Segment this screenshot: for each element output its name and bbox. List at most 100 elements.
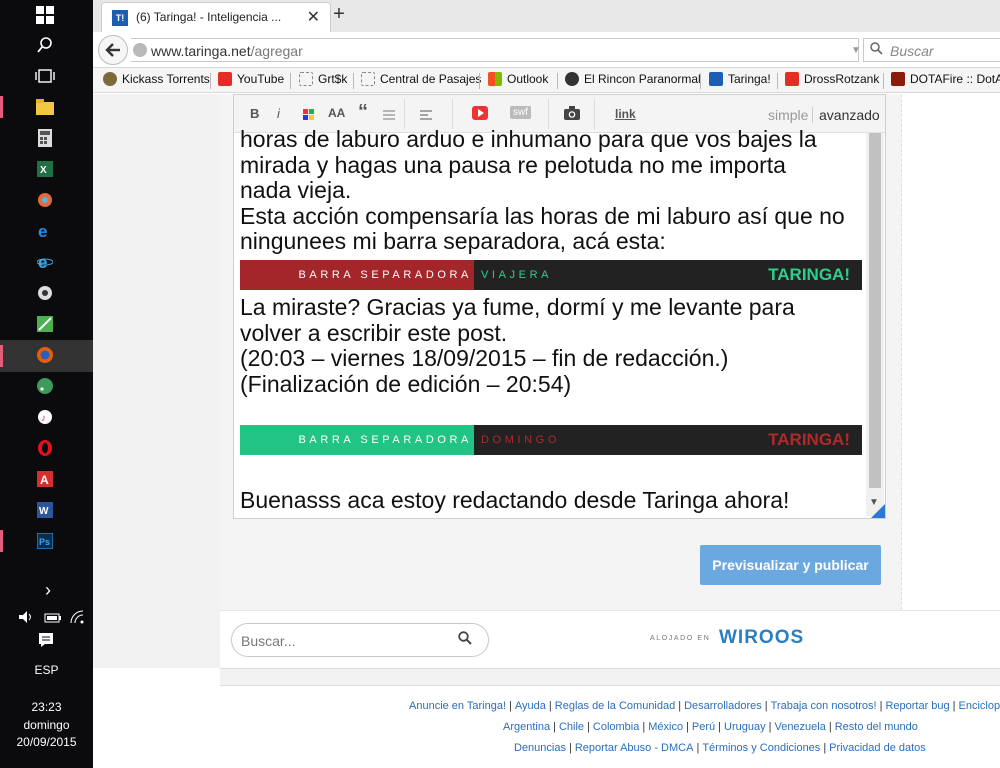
ie-icon[interactable]: e xyxy=(34,252,56,272)
svg-text:e: e xyxy=(38,223,47,239)
svg-text:e: e xyxy=(38,254,47,270)
editor-body-2[interactable]: La miraste? Gracias ya fume, dormí y me … xyxy=(240,294,866,397)
bookmark-separator xyxy=(290,73,291,89)
windows-taskbar: X e e ♪ A W Ps › ESP 23:23 domingo 20/09… xyxy=(0,0,93,768)
scrollbar-thumb[interactable] xyxy=(869,133,881,488)
bookmark-label: DrossRotzank xyxy=(804,72,880,86)
opera-icon[interactable] xyxy=(34,438,56,458)
bold-button[interactable]: B xyxy=(250,106,259,121)
bookmark-central-pasajes[interactable]: Central de Pasajes xyxy=(361,72,481,86)
youtube-icon xyxy=(218,72,232,86)
bookmark-grtsk[interactable]: Grt$k xyxy=(299,72,347,86)
footer-link[interactable]: Ayuda xyxy=(515,700,546,712)
country-link[interactable]: Venezuela xyxy=(774,721,825,733)
edge-icon[interactable]: e xyxy=(34,221,56,241)
swf-embed-button[interactable]: swf xyxy=(510,106,531,119)
footer-link[interactable]: Anuncie en Taringa! xyxy=(409,700,506,712)
url-bar[interactable]: www.taringa.net/agregar ▼ ↻ xyxy=(131,38,884,62)
bookmark-label: Central de Pasajes xyxy=(380,72,482,86)
wiroos-logo[interactable]: WIROOS xyxy=(719,627,804,649)
bookmark-youtube[interactable]: YouTube xyxy=(218,72,284,86)
steam-icon[interactable] xyxy=(34,283,56,303)
legal-link[interactable]: Denuncias xyxy=(514,742,566,754)
footer-link[interactable]: Trabaja con nosotros! xyxy=(771,700,877,712)
post-editor[interactable]: B i AA “ swf link simple avanzado horas … xyxy=(233,94,886,519)
back-button[interactable] xyxy=(98,35,128,65)
editor-line: Esta acción compensaría las horas de mi … xyxy=(240,202,845,229)
editor-line: nada vieja. xyxy=(240,177,352,204)
action-center-icon[interactable] xyxy=(38,632,54,653)
bookmark-outlook[interactable]: Outlook xyxy=(488,72,548,86)
camera-icon[interactable] xyxy=(564,106,580,123)
footer-link[interactable]: Reportar bug xyxy=(885,700,949,712)
country-link[interactable]: Colombia xyxy=(593,721,639,733)
browser-search-placeholder: Buscar xyxy=(890,43,934,59)
mode-advanced-toggle[interactable]: avanzado xyxy=(819,107,880,123)
country-link[interactable]: Argentina xyxy=(503,721,550,733)
quote-button[interactable]: “ xyxy=(358,101,368,124)
italic-button[interactable]: i xyxy=(277,106,280,121)
app-green-icon[interactable] xyxy=(34,314,56,334)
clock-time[interactable]: 23:23 xyxy=(0,700,93,714)
bookmark-separator xyxy=(210,73,211,89)
itunes-icon[interactable]: ♪ xyxy=(34,407,56,427)
bookmark-dotafire[interactable]: DOTAFire :: DotA xyxy=(891,72,1000,86)
task-view-icon[interactable] xyxy=(34,66,56,86)
browser-search-bar[interactable]: Buscar xyxy=(863,38,1000,62)
bottom-search-input[interactable]: Buscar... xyxy=(231,623,489,657)
app-icon[interactable] xyxy=(34,190,56,210)
footer-separator: | xyxy=(553,721,556,733)
acrobat-icon[interactable]: A xyxy=(34,469,56,489)
align-left-icon[interactable] xyxy=(420,108,432,123)
editor-scrollbar[interactable]: ▼ xyxy=(866,133,884,516)
footer-link[interactable]: Reglas de la Comunidad xyxy=(555,700,675,712)
photoshop-icon[interactable]: Ps xyxy=(34,531,56,551)
excel-icon[interactable]: X xyxy=(34,159,56,179)
color-picker-icon[interactable] xyxy=(303,108,314,123)
volume-icon[interactable] xyxy=(18,610,34,629)
close-tab-icon[interactable]: ✕ xyxy=(307,7,320,27)
bookmark-taringa[interactable]: Taringa! xyxy=(709,72,771,86)
firefox-icon[interactable] xyxy=(34,345,56,365)
country-link[interactable]: Perú xyxy=(692,721,715,733)
youtube-embed-icon[interactable] xyxy=(472,106,488,123)
resize-handle-icon[interactable] xyxy=(871,504,885,518)
language-indicator[interactable]: ESP xyxy=(0,663,93,677)
font-size-button[interactable]: AA xyxy=(328,106,345,120)
taringa-favicon-icon: T! xyxy=(112,10,128,26)
search-icon[interactable] xyxy=(458,631,472,648)
url-text[interactable]: www.taringa.net/agregar xyxy=(151,43,303,59)
url-history-dropdown-icon[interactable]: ▼ xyxy=(851,45,861,56)
windows-start-icon[interactable] xyxy=(34,5,56,25)
new-tab-button[interactable]: + xyxy=(327,3,351,26)
bookmark-drossrotzank[interactable]: DrossRotzank xyxy=(785,72,879,86)
rss-icon[interactable] xyxy=(34,376,56,396)
country-link[interactable]: Resto del mundo xyxy=(835,721,918,733)
country-link[interactable]: Chile xyxy=(559,721,584,733)
search-icon[interactable] xyxy=(34,35,56,55)
footer-link[interactable]: Enciclopedia xyxy=(959,700,1000,712)
legal-link[interactable]: Reportar Abuso - DMCA xyxy=(575,742,694,754)
bookmark-separator xyxy=(883,73,884,89)
mode-simple-toggle[interactable]: simple xyxy=(768,107,808,123)
battery-icon[interactable] xyxy=(44,611,62,629)
editor-body[interactable]: horas de laburo arduo e inhumano para qu… xyxy=(240,126,866,255)
country-link[interactable]: México xyxy=(648,721,683,733)
link-button[interactable]: link xyxy=(615,107,636,121)
bookmark-rincon-paranormal[interactable]: El Rincon Paranormal xyxy=(565,72,701,86)
list-icon[interactable] xyxy=(383,108,395,123)
bookmark-kickass[interactable]: Kickass Torrents xyxy=(103,72,210,86)
footer-link[interactable]: Desarrolladores xyxy=(684,700,762,712)
calculator-icon[interactable] xyxy=(34,128,56,148)
show-hidden-icons-chevron[interactable]: › xyxy=(28,580,68,601)
separator-banner-domingo: BARRA SEPARADORA DOMINGO TARINGA! xyxy=(240,425,862,455)
preview-publish-button[interactable]: Previsualizar y publicar xyxy=(700,545,881,585)
wifi-icon[interactable] xyxy=(70,610,84,629)
site-identity-icon[interactable] xyxy=(133,43,147,57)
legal-link[interactable]: Privacidad de datos xyxy=(829,742,926,754)
browser-tab[interactable]: T! (6) Taringa! - Inteligencia ... ✕ xyxy=(101,2,331,32)
country-link[interactable]: Uruguay xyxy=(724,721,766,733)
word-icon[interactable]: W xyxy=(34,500,56,520)
file-explorer-icon[interactable] xyxy=(34,97,56,117)
legal-link[interactable]: Términos y Condiciones xyxy=(702,742,820,754)
